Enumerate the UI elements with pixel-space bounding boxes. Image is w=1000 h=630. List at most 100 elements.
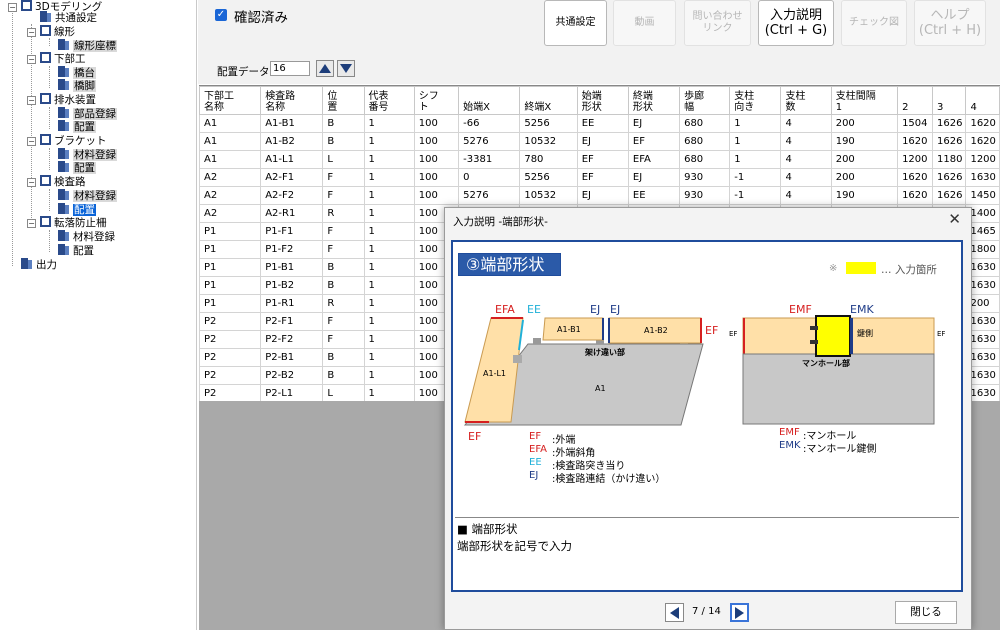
table-cell[interactable]: 4	[780, 132, 832, 151]
tree-node-bracket[interactable]: ブラケット	[40, 134, 107, 148]
table-cell[interactable]: 190	[830, 186, 899, 205]
table-cell[interactable]: P1	[199, 222, 262, 241]
tree-node-drainage-layout[interactable]: 配置	[58, 120, 96, 134]
column-header[interactable]: 代表 番号	[363, 86, 415, 115]
table-cell[interactable]: P1	[199, 258, 262, 277]
table-cell[interactable]: F	[322, 330, 365, 349]
table-cell[interactable]: 1620	[897, 168, 933, 187]
table-cell[interactable]: EFA	[627, 150, 681, 169]
table-cell[interactable]: P2-F2	[260, 330, 324, 349]
layout-data-up-button[interactable]	[316, 60, 334, 77]
table-cell[interactable]: P2	[199, 348, 262, 367]
table-cell[interactable]: A1	[199, 114, 262, 133]
table-cell[interactable]: 780	[519, 150, 578, 169]
table-cell[interactable]: P1	[199, 240, 262, 259]
tree-node-inspection-path[interactable]: 検査路	[40, 175, 86, 189]
table-cell[interactable]: 930	[679, 186, 731, 205]
close-icon[interactable]: ✕	[948, 210, 961, 228]
table-cell[interactable]: 4	[780, 150, 832, 169]
table-row[interactable]: A1 A1-L1 L 1 100 -3381 780 EF EFA 680 1 4 200 1200 118…	[199, 150, 1000, 169]
table-cell[interactable]: 0	[458, 168, 521, 187]
column-header[interactable]: 支柱 向き	[729, 86, 782, 115]
table-cell[interactable]: 1620	[965, 114, 1000, 133]
table-cell[interactable]: 100	[413, 132, 460, 151]
table-cell[interactable]: EJ	[627, 114, 681, 133]
table-cell[interactable]: F	[322, 168, 365, 187]
table-cell[interactable]: -3381	[458, 150, 521, 169]
tree-node-substructure[interactable]: 下部工	[40, 52, 86, 66]
tree-node-common-settings[interactable]: 共通設定	[40, 11, 97, 25]
table-cell[interactable]: 100	[413, 114, 460, 133]
table-row[interactable]: A2 A2-F1 F 1 100 0 5256 EF EJ 930 -1 4 200 1620 1626 16…	[199, 168, 1000, 187]
table-cell[interactable]: 100	[413, 186, 460, 205]
table-cell[interactable]: A2-F2	[260, 186, 324, 205]
table-cell[interactable]: 1630	[965, 168, 1000, 187]
table-cell[interactable]: 190	[830, 132, 899, 151]
table-cell[interactable]: 5276	[458, 186, 521, 205]
table-cell[interactable]: 1	[363, 312, 415, 331]
table-cell[interactable]: B	[322, 132, 365, 151]
table-cell[interactable]: 1	[363, 204, 415, 223]
layout-data-down-button[interactable]	[337, 60, 355, 77]
table-cell[interactable]: B	[322, 348, 365, 367]
table-cell[interactable]: R	[322, 294, 365, 313]
table-cell[interactable]: 680	[679, 132, 731, 151]
table-cell[interactable]: 1	[363, 186, 415, 205]
table-cell[interactable]: A1-L1	[260, 150, 324, 169]
table-cell[interactable]: B	[322, 366, 365, 385]
table-row[interactable]: A1 A1-B2 B 1 100 5276 10532 EJ EF 680 1 4 190 1620 162…	[199, 132, 1000, 151]
table-cell[interactable]: B	[322, 276, 365, 295]
table-cell[interactable]: 200	[830, 168, 899, 187]
table-cell[interactable]: 1620	[897, 186, 933, 205]
table-cell[interactable]: 10532	[519, 132, 578, 151]
table-cell[interactable]: 4	[780, 114, 832, 133]
column-header[interactable]: 4	[965, 86, 1000, 115]
table-cell[interactable]: 1	[363, 240, 415, 259]
tree-node-alignment-coordinates[interactable]: 線形座標	[58, 39, 117, 53]
table-cell[interactable]: 10532	[519, 186, 578, 205]
table-cell[interactable]: 100	[413, 168, 460, 187]
table-cell[interactable]: EE	[627, 186, 681, 205]
column-header[interactable]: 支柱間隔 1	[830, 86, 899, 115]
table-cell[interactable]: L	[322, 384, 365, 401]
column-header[interactable]: 始端 形状	[576, 86, 629, 115]
next-page-button[interactable]	[730, 603, 749, 622]
table-cell[interactable]: P2-B2	[260, 366, 324, 385]
table-cell[interactable]: 1	[363, 330, 415, 349]
table-cell[interactable]: A2	[199, 168, 262, 187]
table-cell[interactable]: 1	[729, 132, 782, 151]
column-header[interactable]: 3	[931, 86, 967, 115]
tree-node-pier[interactable]: 橋脚	[58, 79, 96, 93]
table-cell[interactable]: -1	[729, 186, 782, 205]
table-cell[interactable]: F	[322, 222, 365, 241]
table-cell[interactable]: 1	[363, 132, 415, 151]
table-cell[interactable]: 1450	[965, 186, 1000, 205]
table-cell[interactable]: P2	[199, 330, 262, 349]
table-cell[interactable]: P2	[199, 312, 262, 331]
table-cell[interactable]: 1	[363, 258, 415, 277]
table-cell[interactable]: 1	[363, 150, 415, 169]
column-header[interactable]: 終端X	[519, 86, 578, 115]
check-diagram-button[interactable]: チェック図	[841, 0, 907, 46]
table-cell[interactable]: 5276	[458, 132, 521, 151]
table-cell[interactable]: A1	[199, 132, 262, 151]
table-cell[interactable]: A1-B2	[260, 132, 324, 151]
table-cell[interactable]: 1	[363, 366, 415, 385]
table-cell[interactable]: P2-B1	[260, 348, 324, 367]
table-cell[interactable]: EF	[576, 150, 629, 169]
table-cell[interactable]: 1	[363, 276, 415, 295]
layout-data-input[interactable]: 16	[270, 61, 310, 76]
tree-node-abutment[interactable]: 橋台	[58, 66, 96, 80]
table-cell[interactable]: P1-B1	[260, 258, 324, 277]
tree-node-bracket-layout[interactable]: 配置	[58, 161, 96, 175]
table-cell[interactable]: 200	[830, 150, 899, 169]
table-cell[interactable]: 680	[679, 150, 731, 169]
help-button[interactable]: ヘルプ (Ctrl + H)	[914, 0, 986, 46]
video-button[interactable]: 動画	[613, 0, 676, 46]
table-cell[interactable]: 1626	[931, 114, 967, 133]
table-cell[interactable]: A2-R1	[260, 204, 324, 223]
inquiry-link-button[interactable]: 問い合わせ リンク	[684, 0, 751, 46]
table-cell[interactable]: EJ	[576, 132, 629, 151]
column-header[interactable]: 終端 形状	[627, 86, 681, 115]
column-header[interactable]: 検査路 名称	[260, 86, 324, 115]
